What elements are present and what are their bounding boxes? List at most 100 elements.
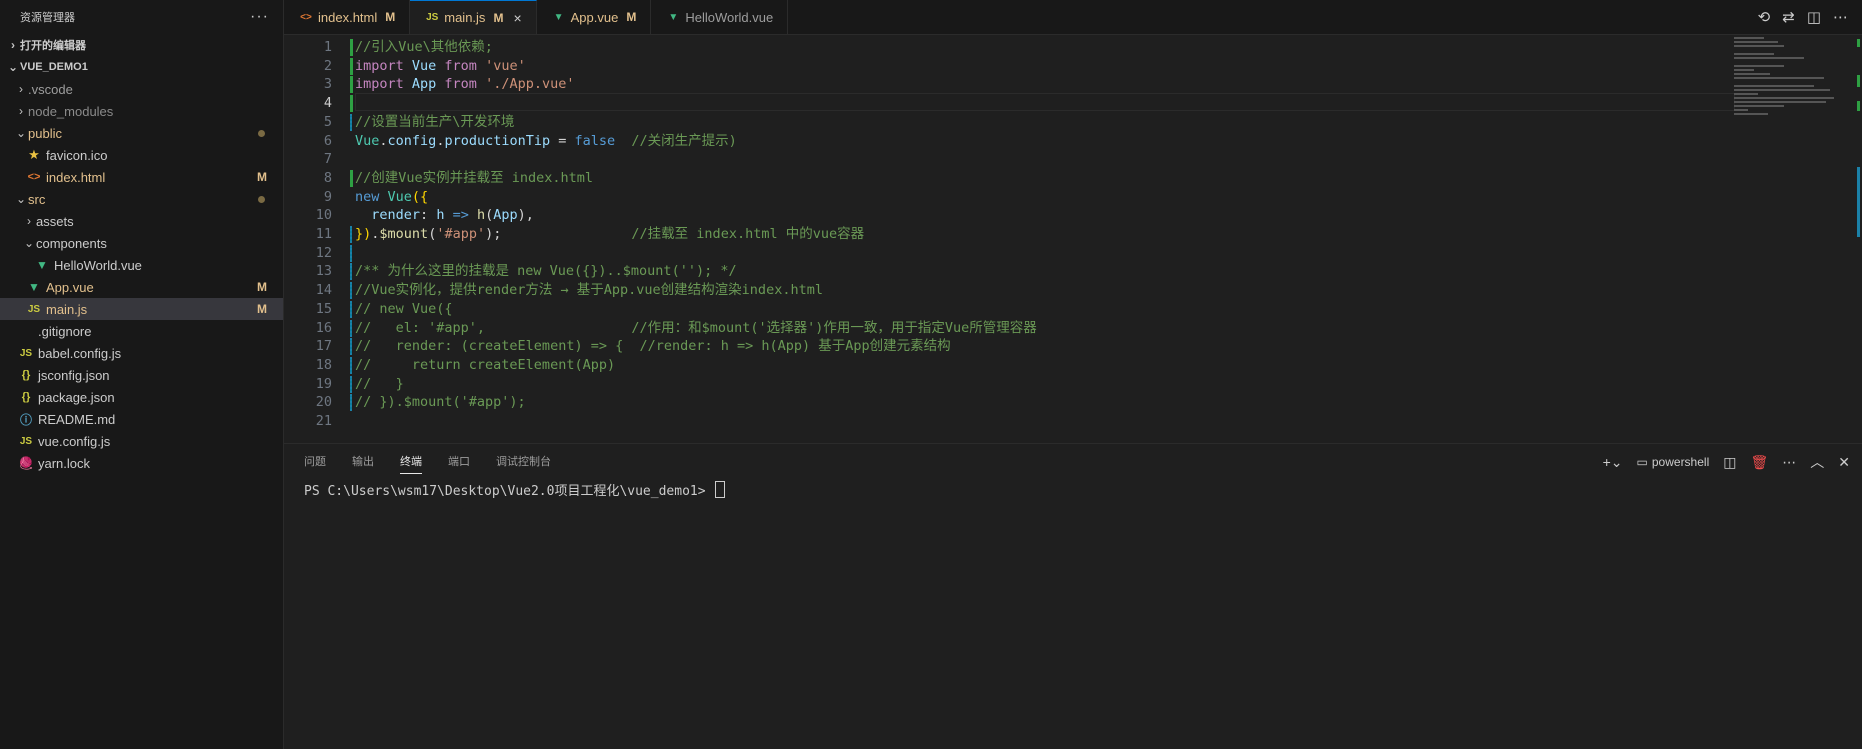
code-line[interactable]: 6 Vue.config.productionTip = false //关闭生产… [284,131,1734,151]
timeline-icon[interactable]: ⟲ [1758,8,1771,26]
tree-item[interactable]: ▼ App.vue M [0,276,283,298]
code-text: render: h => h(App), [355,205,534,225]
added-gutter-marker[interactable] [350,95,353,113]
tree-item[interactable]: › node_modules [0,100,283,122]
more-actions-icon[interactable]: ··· [250,8,269,26]
project-root[interactable]: ⌄ VUE_DEMO1 [0,56,283,78]
tree-item[interactable]: .gitignore [0,320,283,342]
trash-icon[interactable]: 🗑 [1750,454,1768,471]
new-terminal-icon[interactable]: +⌄ [1603,454,1623,471]
panel-tab[interactable]: 输出 [352,453,374,469]
panel-tab[interactable]: 问题 [304,453,326,469]
split-terminal-icon[interactable]: ◫ [1723,454,1736,471]
panel-tab[interactable]: 终端 [400,453,422,474]
open-editors-section[interactable]: › 打开的编辑器 [0,34,283,56]
panel-actions: +⌄ ▭ powershell ◫ 🗑 ⋯ ︿ ✕ [1603,452,1850,472]
terminal-shell-selector[interactable]: ▭ powershell [1637,455,1710,469]
added-gutter-marker[interactable] [350,169,353,187]
code-line[interactable]: 7 [284,149,1734,169]
modified-gutter-marker[interactable] [350,394,352,412]
tree-item[interactable]: {} package.json [0,386,283,408]
code-line[interactable]: 5 //设置当前生产\开发环境 [284,112,1734,132]
tab-index-html[interactable]: <> index.html M [284,0,411,34]
maximize-panel-icon[interactable]: ︿ [1810,452,1824,472]
modified-badge: M [626,10,637,24]
code-line[interactable]: 19 // } [284,374,1734,394]
tree-item[interactable]: JS main.js M [0,298,283,320]
code-line[interactable]: 17 // render: (createElement) => { //rend… [284,336,1734,356]
more-icon[interactable]: ⋯ [1833,8,1848,26]
tab-main-js[interactable]: JS main.js M × [410,0,537,34]
tree-item[interactable]: ▼ HelloWorld.vue [0,254,283,276]
code-line[interactable]: 1 //引入Vue\其他依赖; [284,37,1734,57]
panel-tab[interactable]: 调试控制台 [496,453,551,469]
code-line[interactable]: 14 //Vue实例化，提供render方法 → 基于App.vue创建结构渲染i… [284,280,1734,300]
close-panel-icon[interactable]: ✕ [1838,454,1850,471]
tree-item[interactable]: ⌄ public [0,122,283,144]
terminal-prompt: PS C:\Users\wsm17\Desktop\Vue2.0项目工程化\vu… [304,484,714,499]
modified-gutter-marker[interactable] [350,282,352,300]
code-line[interactable]: 18 // return createElement(App) [284,355,1734,375]
close-icon[interactable]: × [513,10,521,26]
tree-item[interactable]: ⌄ src [0,188,283,210]
chevron-right-icon: › [11,38,15,52]
vue-file-icon: ▼ [668,11,679,23]
code-line[interactable]: 21 [284,411,1734,431]
modified-gutter-marker[interactable] [350,356,352,374]
minimap[interactable] [1730,35,1842,135]
modified-badge: M [385,10,396,24]
code-token: 'vue' [485,57,526,74]
code-text: // render: (createElement) => { //render… [355,336,951,356]
modified-gutter-marker[interactable] [350,244,352,262]
code-token: productionTip [444,132,551,149]
tree-item[interactable]: 🧶 yarn.lock [0,452,283,474]
code-line[interactable]: 2 import Vue from 'vue' [284,56,1734,76]
chevron-right-icon: › [27,214,31,228]
tree-item[interactable]: ⓘ README.md [0,408,283,430]
code-line[interactable]: 3 import App from './App.vue' [284,74,1734,94]
added-gutter-marker[interactable] [350,39,353,56]
tree-item[interactable]: › .vscode [0,78,283,100]
code-line[interactable]: 12 [284,243,1734,263]
code-line[interactable]: 16 // el: '#app', //作用：和$mount('选择器')作用一致… [284,318,1734,338]
modified-gutter-marker[interactable] [350,338,352,356]
tree-item[interactable]: <> index.html M [0,166,283,188]
code-line[interactable]: 11}).$mount('#app'); //挂载至 index.html 中的… [284,224,1734,244]
added-gutter-marker[interactable] [350,76,353,94]
tree-item[interactable]: ★ favicon.ico [0,144,283,166]
tree-item[interactable]: JS vue.config.js [0,430,283,452]
tree-item[interactable]: › assets [0,210,283,232]
code-line[interactable]: 4 [284,93,1735,113]
code-line[interactable]: 20 // }).$mount('#app'); [284,392,1734,412]
tree-item[interactable]: ⌄ components [0,232,283,254]
compare-icon[interactable]: ⇄ [1782,8,1795,26]
modified-gutter-marker[interactable] [350,375,352,393]
panel-tab[interactable]: 端口 [448,453,470,469]
tab-helloworld-vue[interactable]: ▼ HelloWorld.vue [651,0,789,34]
code-line[interactable]: 9 new Vue({ [284,187,1734,207]
split-editor-icon[interactable]: ◫ [1807,8,1821,26]
modified-gutter-marker[interactable] [350,319,352,337]
code-line[interactable]: 8 //创建Vue实例并挂载至 index.html [284,168,1734,188]
terminal-output[interactable]: PS C:\Users\wsm17\Desktop\Vue2.0项目工程化\vu… [304,480,726,499]
code-editor[interactable]: 1 //引入Vue\其他依赖; 2 import Vue from 'vue' 3 imp… [284,35,1862,443]
modified-gutter-marker[interactable] [350,300,352,318]
code-line[interactable]: 15 // new Vue({ [284,299,1734,319]
line-number: 10 [315,207,332,224]
tree-item[interactable]: JS babel.config.js [0,342,283,364]
vertical-scrollbar[interactable] [1848,35,1862,443]
modified-gutter-marker[interactable] [350,263,352,281]
code-line[interactable]: 10 render: h => h(App), [284,205,1734,225]
code-line[interactable]: 13 /** 为什么这里的挂载是 new Vue({})..$mount('');… [284,261,1734,281]
chevron-down-icon: ⌄ [23,236,35,250]
modified-gutter-marker[interactable] [350,113,352,131]
more-icon[interactable]: ⋯ [1782,454,1796,471]
js-file-icon: JS [27,303,41,315]
added-gutter-marker[interactable] [350,57,353,75]
tree-item[interactable]: {} jsconfig.json [0,364,283,386]
tab-app-vue[interactable]: ▼ App.vue M [537,0,652,34]
modified-gutter-marker[interactable] [350,226,352,243]
code-token: Vue [387,188,412,205]
